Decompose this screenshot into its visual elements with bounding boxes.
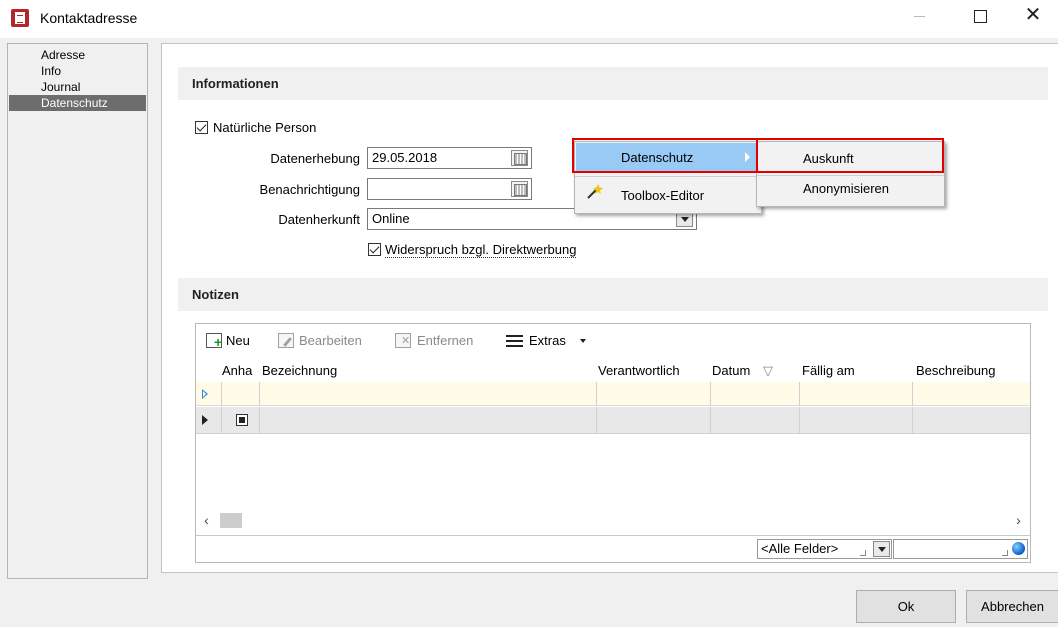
scroll-right-icon[interactable]: › (1010, 512, 1027, 529)
chevron-down-icon (580, 339, 586, 343)
scroll-left-icon[interactable]: ‹ (198, 512, 215, 529)
edit-button[interactable]: Bearbeiten (299, 333, 362, 348)
notes-grid: Neu Bearbeiten Entfernen Extras Anha Bez… (195, 323, 1031, 563)
data-collection-date-input[interactable]: 29.05.2018 (367, 147, 532, 169)
extras-button[interactable]: Extras (529, 333, 566, 348)
data-origin-value: Online (372, 211, 410, 226)
cell-separator (259, 407, 260, 434)
cell-separator (710, 382, 711, 406)
minimize-button[interactable] (897, 0, 943, 32)
menu-separator (575, 176, 761, 177)
natural-person-checkbox[interactable] (195, 121, 208, 134)
data-origin-label: Datenherkunft (278, 212, 360, 227)
cell-separator (221, 407, 222, 434)
attachment-checkbox[interactable] (236, 414, 248, 426)
sort-icon[interactable]: ▽ (763, 360, 783, 382)
column-header-bezeichnung[interactable]: Bezeichnung (262, 360, 592, 382)
data-collection-value: 29.05.2018 (372, 150, 438, 165)
column-header-faellig-am[interactable]: Fällig am (802, 360, 902, 382)
globe-icon[interactable] (1012, 542, 1025, 555)
nav-item-adresse[interactable]: Adresse (9, 47, 146, 63)
submenu-item-anonymisieren[interactable]: Anonymisieren (803, 175, 889, 203)
nav-item-info[interactable]: Info (9, 63, 146, 79)
objection-checkbox[interactable] (368, 243, 381, 256)
edit-icon (278, 333, 294, 348)
side-navigation: Adresse Info Journal Datenschutz (7, 43, 148, 579)
cell-separator (596, 407, 597, 434)
objection-label: Widerspruch bzgl. Direktwerbung (385, 242, 577, 258)
maximize-button[interactable] (957, 0, 1003, 32)
column-header-anha[interactable]: Anha (222, 360, 258, 382)
row-indicator-icon (202, 415, 208, 425)
table-row[interactable] (196, 407, 1030, 434)
nav-item-journal[interactable]: Journal (9, 79, 146, 95)
menu-item-toolbox-editor[interactable]: Toolbox-Editor (621, 182, 704, 210)
filter-value-input[interactable] (893, 539, 1028, 559)
magic-wand-icon (587, 184, 603, 199)
filter-bar: <Alle Felder> (196, 535, 1030, 562)
table-row-new[interactable] (196, 382, 1030, 406)
chevron-down-icon[interactable] (873, 541, 890, 557)
cell-separator (799, 407, 800, 434)
column-header-beschreibung[interactable]: Beschreibung (916, 360, 1028, 382)
cell-separator (221, 382, 222, 406)
new-icon (206, 333, 222, 349)
cell-separator (799, 382, 800, 406)
new-row-indicator-icon (202, 389, 208, 399)
close-button[interactable]: ✕ (1010, 0, 1056, 32)
data-collection-label: Datenerhebung (270, 151, 360, 166)
highlight-frame (572, 138, 758, 173)
ok-button[interactable]: Ok (856, 590, 956, 623)
cell-separator (259, 382, 260, 406)
filter-field-value: <Alle Felder> (761, 541, 839, 556)
calendar-icon[interactable] (511, 150, 528, 166)
calendar-icon[interactable] (511, 181, 528, 197)
highlight-frame (756, 138, 944, 173)
notification-label: Benachrichtigung (259, 182, 360, 197)
cancel-button[interactable]: Abbrechen (966, 590, 1058, 623)
horizontal-scrollbar[interactable]: ‹ › (196, 512, 1030, 529)
column-header-verantwortlich[interactable]: Verantwortlich (598, 360, 710, 382)
cell-separator (912, 407, 913, 434)
app-icon (11, 9, 29, 27)
cell-separator (596, 382, 597, 406)
resize-grip-icon (1002, 550, 1008, 556)
scroll-thumb[interactable] (220, 513, 242, 528)
new-button[interactable]: Neu (226, 333, 250, 348)
delete-icon (395, 333, 411, 348)
window-title: Kontaktadresse (40, 10, 138, 26)
section-header-informationen: Informationen (178, 67, 1048, 100)
cell-separator (912, 382, 913, 406)
title-bar: Kontaktadresse ✕ (0, 0, 1058, 38)
notification-date-input[interactable] (367, 178, 532, 200)
filter-field-select[interactable]: <Alle Felder> (757, 539, 892, 559)
menu-icon (506, 335, 523, 348)
nav-item-datenschutz[interactable]: Datenschutz (9, 95, 146, 111)
cell-separator (710, 407, 711, 434)
resize-grip-icon (860, 550, 866, 556)
natural-person-label: Natürliche Person (213, 120, 317, 135)
section-header-notizen: Notizen (178, 278, 1048, 311)
notes-toolbar: Neu Bearbeiten Entfernen Extras (196, 324, 1030, 358)
remove-button[interactable]: Entfernen (417, 333, 473, 348)
